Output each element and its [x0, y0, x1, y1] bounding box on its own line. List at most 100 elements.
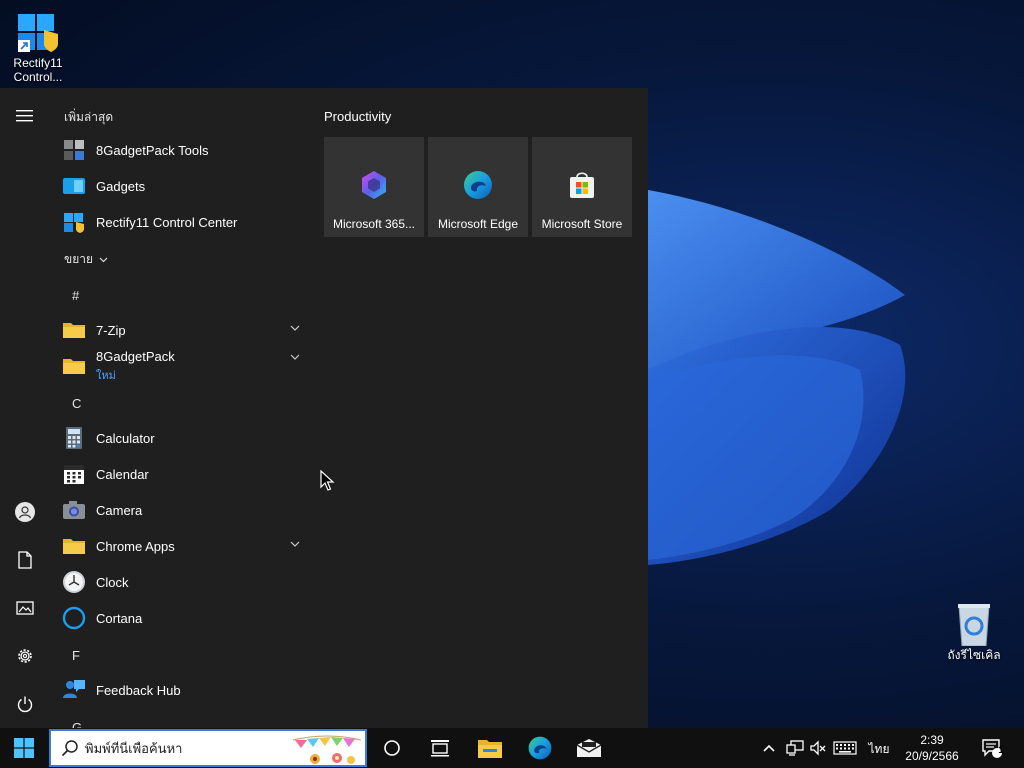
app-label: Chrome Apps [96, 538, 175, 554]
app-calculator[interactable]: Calculator [62, 421, 306, 455]
search-input[interactable] [85, 740, 285, 756]
m365-icon [358, 169, 390, 201]
search-icon [61, 740, 78, 757]
windows-logo-icon [14, 738, 34, 758]
folder-icon [62, 534, 86, 558]
task-view-button[interactable] [416, 728, 464, 768]
pictures-icon [16, 601, 34, 615]
chevron-up-icon [763, 744, 775, 752]
expand-label: ขยาย [64, 252, 94, 266]
power-icon [17, 696, 33, 713]
app-label: Camera [96, 502, 143, 518]
rectify11-desktop-shortcut[interactable]: Rectify11 Control... [2, 10, 74, 84]
app-camera[interactable]: Camera [62, 493, 306, 527]
app-label: Clock [96, 574, 129, 590]
clock-date-button[interactable]: 2:39 20/9/2566 [898, 732, 966, 764]
edge-taskbar-button[interactable] [516, 728, 564, 768]
start-menu: เพิ่มล่าสุด 8GadgetPack Tools Gadgets Re… [0, 88, 648, 728]
rectify11-icon [62, 210, 86, 234]
chevron-down-icon [99, 257, 108, 262]
volume-tray-button[interactable] [806, 728, 830, 768]
cortana-circle-icon [384, 740, 400, 756]
recently-added-header: เพิ่มล่าสุด [64, 110, 114, 124]
camera-icon [62, 498, 86, 522]
show-hidden-icons-button[interactable] [756, 728, 782, 768]
app-calendar[interactable]: Calendar [62, 457, 306, 491]
app-clock[interactable]: Clock [62, 565, 306, 599]
app-label: 8GadgetPack Tools [96, 142, 209, 158]
app-label: Gadgets [96, 178, 146, 194]
tile-microsoft-store[interactable]: Microsoft Store [532, 137, 632, 237]
app-8gadgetpack-folder[interactable]: 8GadgetPack ใหม่ [62, 345, 306, 387]
calculator-icon [62, 426, 86, 450]
document-icon [18, 551, 32, 569]
tile-group-title[interactable]: Productivity [324, 109, 391, 124]
file-explorer-taskbar-button[interactable] [466, 728, 514, 768]
cortana-icon [62, 606, 86, 630]
recycle-bin[interactable]: ถังรีไซเคิล [938, 602, 1010, 662]
app-label: Feedback Hub [96, 682, 181, 698]
keyboard-icon [833, 741, 857, 755]
app-feedback-hub[interactable]: Feedback Hub [62, 673, 306, 707]
app-8gadgetpack-tools[interactable]: 8GadgetPack Tools [62, 133, 306, 167]
rectify11-shortcut-label: Rectify11 Control... [13, 56, 63, 84]
chevron-down-icon [290, 354, 300, 360]
user-account-button[interactable] [0, 492, 50, 532]
pictures-button[interactable] [0, 588, 50, 628]
recycle-bin-label: ถังรีไซเคิล [947, 648, 1001, 662]
power-button[interactable] [0, 684, 50, 724]
letter-header-g[interactable]: G [72, 720, 82, 728]
start-button[interactable] [0, 728, 48, 768]
settings-button[interactable] [0, 636, 50, 676]
app-7zip-folder[interactable]: 7-Zip [62, 313, 306, 347]
gear-icon [18, 649, 32, 663]
store-icon [566, 169, 598, 201]
documents-button[interactable] [0, 540, 50, 580]
tile-label: Microsoft 365... [332, 217, 416, 231]
edge-taskbar-icon [528, 736, 552, 760]
notification-count-badge: 1 [998, 745, 1004, 756]
mouse-cursor-icon [320, 470, 335, 491]
app-rectify11-control-center[interactable]: Rectify11 Control Center [62, 205, 306, 239]
rectify11-shortcut-icon [14, 10, 62, 54]
app-label: 8GadgetPack ใหม่ [96, 349, 175, 384]
calendar-icon [62, 462, 86, 486]
letter-header-f[interactable]: F [72, 648, 80, 663]
folder-icon [62, 318, 86, 342]
app-label: 7-Zip [96, 322, 126, 338]
input-language-indicator[interactable]: ไทย [864, 740, 894, 759]
cortana-button[interactable] [368, 728, 416, 768]
action-center-button[interactable]: 1 [972, 728, 1012, 768]
app-gadgets[interactable]: Gadgets [62, 169, 306, 203]
search-highlight-icon [292, 735, 362, 764]
app-label: Calculator [96, 430, 155, 446]
mail-taskbar-button[interactable] [565, 728, 613, 768]
app-label: Calendar [96, 466, 149, 482]
file-explorer-icon [478, 740, 502, 758]
network-tray-button[interactable] [782, 728, 808, 768]
expand-recent-button[interactable]: ขยาย [64, 250, 108, 269]
tile-microsoft-365[interactable]: Microsoft 365... [324, 137, 424, 237]
mail-icon [576, 739, 602, 757]
hamburger-menu-button[interactable] [0, 96, 50, 136]
volume-muted-icon [810, 740, 826, 756]
gadgetpack-tools-icon [62, 138, 86, 162]
chevron-down-icon [290, 541, 300, 547]
touch-keyboard-button[interactable] [830, 728, 860, 768]
new-badge: ใหม่ [96, 369, 116, 382]
tile-microsoft-edge[interactable]: Microsoft Edge [428, 137, 528, 237]
gadgets-icon [62, 174, 86, 198]
taskbar-search-box[interactable] [49, 729, 367, 767]
task-view-icon [431, 740, 449, 757]
app-name: 8GadgetPack [96, 348, 175, 364]
feedback-icon [62, 678, 86, 702]
tile-label: Microsoft Store [541, 217, 623, 231]
letter-header-c[interactable]: C [72, 396, 81, 411]
clock-date: 20/9/2566 [905, 749, 959, 763]
taskbar: ไทย 2:39 20/9/2566 1 [0, 728, 1024, 768]
app-chrome-apps-folder[interactable]: Chrome Apps [62, 529, 306, 563]
user-icon [15, 502, 35, 522]
app-list: เพิ่มล่าสุด 8GadgetPack Tools Gadgets Re… [50, 88, 308, 728]
letter-header-hash[interactable]: # [72, 288, 79, 303]
app-cortana[interactable]: Cortana [62, 601, 306, 635]
